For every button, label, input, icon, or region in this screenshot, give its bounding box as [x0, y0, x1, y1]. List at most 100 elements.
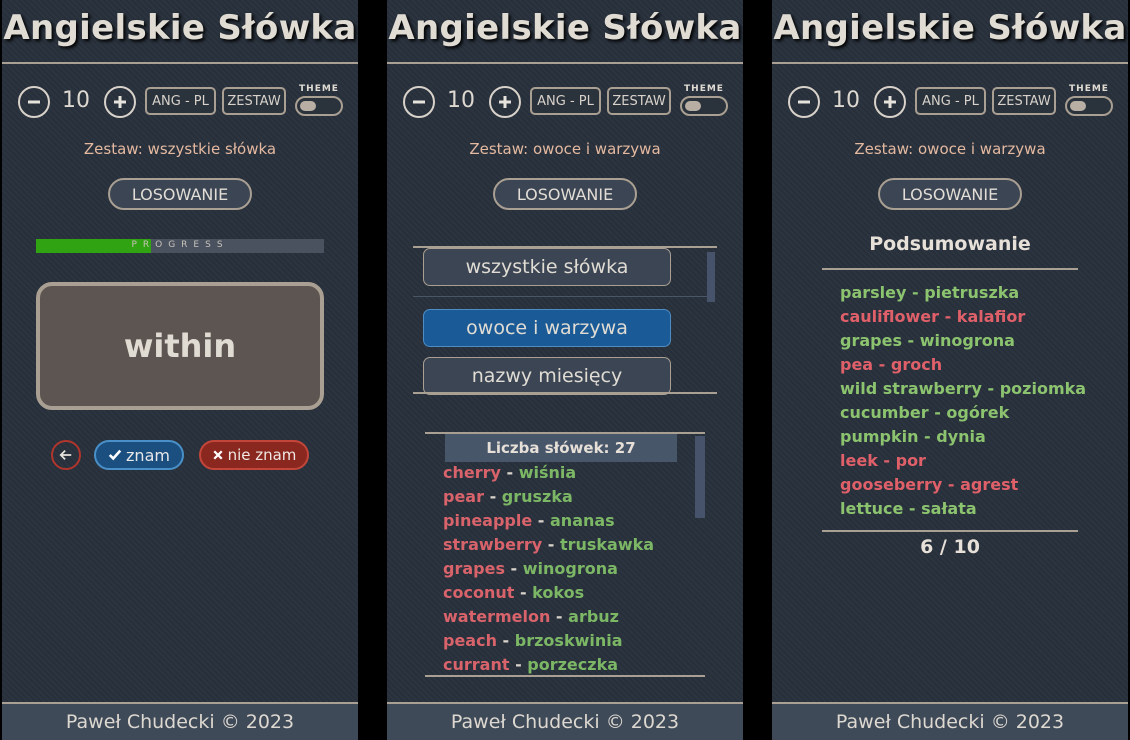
- word-polish: arbuz: [568, 607, 619, 626]
- word-count-value: 10: [447, 88, 475, 113]
- set-button[interactable]: ZESTAW: [222, 87, 286, 115]
- word-list-item: watermelon - arbuz: [443, 607, 619, 626]
- plus-icon: [499, 96, 511, 108]
- current-set-label: Zestaw: owoce i warzywa: [469, 140, 661, 158]
- draw-button[interactable]: LOSOWANIE: [108, 178, 252, 210]
- footer: Paweł Chudecki © 2023: [387, 702, 743, 740]
- word-count-label: Liczba słówek: 27: [445, 434, 677, 462]
- word-list-item: grapes - winogrona: [443, 559, 618, 578]
- language-mode-button[interactable]: ANG - PL: [530, 87, 601, 115]
- word-list-item: pineapple - ananas: [443, 511, 615, 530]
- word-english: coconut: [443, 583, 515, 602]
- app-title: Angielskie Słówka: [388, 8, 742, 48]
- increase-count-button[interactable]: [874, 86, 906, 118]
- set-button[interactable]: ZESTAW: [992, 87, 1056, 115]
- word-english: pineapple: [443, 511, 533, 530]
- summary-item: parsley - pietruszka: [840, 283, 1020, 302]
- theme-label: THEME: [684, 84, 724, 94]
- sets-scroll-edge: [413, 296, 707, 297]
- app-panel-summary: Angielskie Słówka 10 ANG - PL ZESTAW THE…: [772, 0, 1128, 740]
- increase-count-button[interactable]: [104, 86, 136, 118]
- word-polish: kokos: [532, 583, 585, 602]
- progress-bar: PROGRESS: [36, 239, 324, 253]
- dont-know-button[interactable]: nie znam: [199, 440, 309, 470]
- flashcard-word[interactable]: within: [36, 282, 324, 410]
- summary-item: leek - por: [840, 451, 926, 470]
- word-english: peach: [443, 631, 497, 650]
- set-option-months[interactable]: nazwy miesięcy: [423, 357, 671, 395]
- minus-icon: [28, 100, 40, 104]
- word-polish: gruszka: [501, 487, 573, 506]
- word-list-item: currant - porzeczka: [443, 655, 618, 674]
- word-separator: -: [542, 535, 560, 554]
- word-separator: -: [532, 511, 550, 530]
- check-icon: [108, 449, 122, 461]
- decrease-count-button[interactable]: [403, 86, 435, 118]
- dont-know-button-label: nie znam: [227, 446, 297, 464]
- summary-item: wild strawberry - poziomka: [840, 379, 1087, 398]
- header-divider: [772, 62, 1128, 64]
- word-polish: truskawka: [559, 535, 655, 554]
- sets-list-bottom-border: [413, 392, 717, 394]
- word-separator: -: [514, 583, 533, 602]
- language-mode-button[interactable]: ANG - PL: [915, 87, 986, 115]
- app-panel-sets: Angielskie Słówka 10 ANG - PL ZESTAW THE…: [387, 0, 743, 740]
- word-separator: -: [496, 631, 515, 650]
- current-set-label: Zestaw: owoce i warzywa: [854, 140, 1046, 158]
- header-divider: [2, 62, 358, 64]
- header-divider: [387, 62, 743, 64]
- current-set-label: Zestaw: wszystkie słówka: [83, 140, 277, 158]
- summary-item: pumpkin - dynia: [840, 427, 986, 446]
- arrow-left-icon: [59, 450, 72, 460]
- word-separator: -: [500, 463, 519, 482]
- set-option-all[interactable]: wszystkie słówka: [423, 248, 671, 286]
- word-english: pear: [443, 487, 484, 506]
- word-polish: ananas: [550, 511, 615, 530]
- word-list-item: cherry - wiśnia: [443, 463, 576, 482]
- set-option-fruits-vegetables[interactable]: owoce i warzywa: [423, 309, 671, 347]
- know-button[interactable]: znam: [94, 440, 184, 470]
- score: 6 / 10: [920, 536, 980, 558]
- footer: Paweł Chudecki © 2023: [772, 702, 1128, 740]
- word-english: strawberry: [443, 535, 543, 554]
- word-separator: -: [509, 655, 528, 674]
- footer: Paweł Chudecki © 2023: [2, 702, 358, 740]
- plus-icon: [884, 96, 896, 108]
- know-button-label: znam: [126, 445, 170, 465]
- set-button[interactable]: ZESTAW: [607, 87, 671, 115]
- app-panel-quiz: Angielskie Słówka 10 ANG - PL ZESTAW THE…: [2, 0, 358, 740]
- close-icon: [213, 450, 223, 460]
- words-scrollbar[interactable]: [695, 436, 705, 518]
- word-english: grapes: [443, 559, 505, 578]
- summary-item: lettuce - sałata: [840, 499, 977, 518]
- word-polish: wiśnia: [518, 463, 577, 482]
- draw-button[interactable]: LOSOWANIE: [878, 178, 1022, 210]
- theme-toggle[interactable]: [1065, 96, 1113, 116]
- summary-title: Podsumowanie: [869, 233, 1031, 255]
- word-english: cherry: [443, 463, 501, 482]
- toggle-knob: [685, 101, 701, 111]
- increase-count-button[interactable]: [489, 86, 521, 118]
- word-list-item: strawberry - truskawka: [443, 535, 654, 554]
- summary-item: pea - groch: [840, 355, 943, 374]
- app-title: Angielskie Słówka: [773, 8, 1127, 48]
- decrease-count-button[interactable]: [18, 86, 50, 118]
- summary-item: cauliflower - kalafior: [840, 307, 1026, 326]
- draw-button[interactable]: LOSOWANIE: [493, 178, 637, 210]
- theme-toggle[interactable]: [295, 96, 343, 116]
- word-separator: -: [550, 607, 569, 626]
- decrease-count-button[interactable]: [788, 86, 820, 118]
- words-list-bottom-border: [425, 675, 705, 677]
- word-polish: porzeczka: [527, 655, 619, 674]
- theme-toggle[interactable]: [680, 96, 728, 116]
- word-list-item: coconut - kokos: [443, 583, 584, 602]
- minus-icon: [413, 100, 425, 104]
- word-list-item: pear - gruszka: [443, 487, 573, 506]
- sets-scrollbar[interactable]: [707, 252, 715, 302]
- word-english: watermelon: [443, 607, 551, 626]
- word-english: currant: [443, 655, 510, 674]
- summary-top-divider: [822, 268, 1078, 270]
- word-count-value: 10: [62, 88, 90, 113]
- back-button[interactable]: [51, 440, 81, 470]
- language-mode-button[interactable]: ANG - PL: [145, 87, 216, 115]
